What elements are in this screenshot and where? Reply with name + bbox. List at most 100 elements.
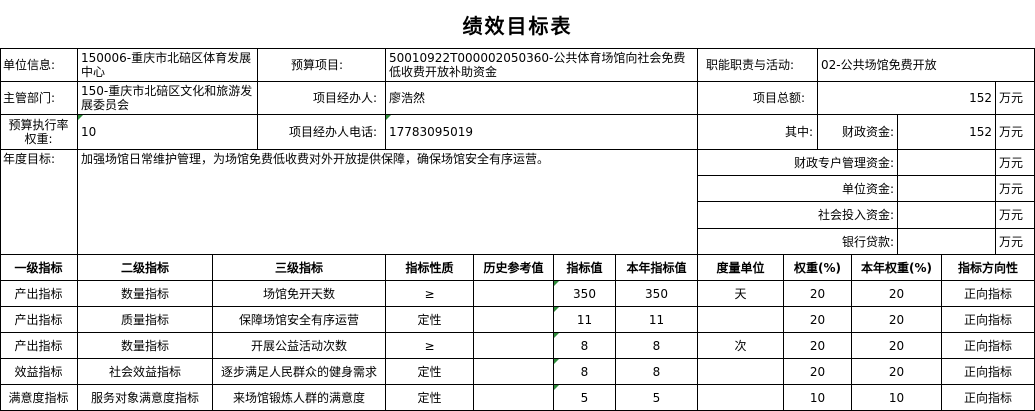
indicator-cell-year-target: 5: [616, 385, 698, 411]
budget-project-value: 50010922T000002050360-公共体育场馆向社会免费低收费开放补助…: [386, 48, 698, 82]
header-level3: 三级指标: [213, 255, 386, 281]
manager-value: 廖浩然: [386, 82, 698, 115]
unit-label: 单位信息:: [0, 48, 78, 82]
indicator-cell-level1: 产出指标: [0, 333, 78, 359]
header-direction: 指标方向性: [942, 255, 1035, 281]
bank-loan-value: [898, 229, 996, 255]
indicator-cell-year-target: 8: [616, 359, 698, 385]
indicator-cell-target: 350: [554, 281, 616, 307]
indicator-cell-year-weight: 20: [852, 307, 942, 333]
indicator-cell-level2: 社会效益指标: [78, 359, 213, 385]
indicator-cell-level1: 满意度指标: [0, 385, 78, 411]
annual-goal-value: 加强场馆日常维护管理，为场馆免费低收费对外开放提供保障，确保场馆安全有序运营。: [78, 150, 698, 255]
header-nature: 指标性质: [386, 255, 474, 281]
unit-value: 150006-重庆市北碚区体育发展中心: [78, 48, 258, 82]
indicator-cell-unit: [698, 359, 784, 385]
header-level1: 一级指标: [0, 255, 78, 281]
total-unit: 万元: [996, 82, 1035, 115]
indicator-cell-level3: 来场馆锻炼人群的满意度: [213, 385, 386, 411]
bank-loan-label: 银行贷款:: [698, 229, 898, 255]
header-history: 历史参考值: [474, 255, 554, 281]
fiscal-unit: 万元: [996, 115, 1035, 150]
header-target: 指标值: [554, 255, 616, 281]
indicator-cell-year-target: 8: [616, 333, 698, 359]
duty-value: 02-公共场馆免费开放: [818, 48, 1035, 82]
total-label: 项目总额:: [698, 82, 818, 115]
special-fund-label: 财政专户管理资金:: [698, 150, 898, 176]
fiscal-value: 152: [898, 115, 996, 150]
indicator-cell-weight: 20: [784, 359, 852, 385]
indicator-cell-level3: 场馆免开天数: [213, 281, 386, 307]
indicator-cell-history: [474, 385, 554, 411]
indicator-cell-direction: 正向指标: [942, 385, 1035, 411]
indicator-cell-target: 11: [554, 307, 616, 333]
total-value: 152: [818, 82, 996, 115]
indicator-cell-level2: 数量指标: [78, 333, 213, 359]
indicator-cell-year-target: 11: [616, 307, 698, 333]
indicator-cell-history: [474, 307, 554, 333]
social-fund-label: 社会投入资金:: [698, 202, 898, 229]
indicator-cell-level1: 效益指标: [0, 359, 78, 385]
bank-loan-unit: 万元: [996, 229, 1035, 255]
indicator-cell-level1: 产出指标: [0, 307, 78, 333]
unit-fund-value: [898, 176, 996, 202]
indicator-cell-nature: 定性: [386, 385, 474, 411]
indicator-cell-nature: 定性: [386, 307, 474, 333]
unit-fund-unit: 万元: [996, 176, 1035, 202]
indicator-cell-year-weight: 10: [852, 385, 942, 411]
social-fund-unit: 万元: [996, 202, 1035, 229]
among-label: 其中:: [698, 115, 818, 150]
indicator-cell-level3: 逐步满足人民群众的健身需求: [213, 359, 386, 385]
indicator-cell-level3: 保障场馆安全有序运营: [213, 307, 386, 333]
indicator-cell-history: [474, 333, 554, 359]
indicator-cell-direction: 正向指标: [942, 307, 1035, 333]
social-fund-value: [898, 202, 996, 229]
indicator-cell-nature: 定性: [386, 359, 474, 385]
header-level2: 二级指标: [78, 255, 213, 281]
indicator-cell-target: 5: [554, 385, 616, 411]
indicator-cell-unit: [698, 385, 784, 411]
exec-weight-value: 10: [78, 115, 258, 150]
special-fund-unit: 万元: [996, 150, 1035, 176]
indicator-cell-nature: ≥: [386, 333, 474, 359]
fiscal-label: 财政资金:: [818, 115, 898, 150]
indicator-cell-level2: 质量指标: [78, 307, 213, 333]
indicator-cell-year-weight: 20: [852, 281, 942, 307]
special-fund-value: [898, 150, 996, 176]
manager-label: 项目经办人:: [258, 82, 386, 115]
budget-project-label: 预算项目:: [258, 48, 386, 82]
indicator-cell-year-weight: 20: [852, 333, 942, 359]
header-unit: 度量单位: [698, 255, 784, 281]
indicator-cell-level2: 服务对象满意度指标: [78, 385, 213, 411]
indicator-cell-level3: 开展公益活动次数: [213, 333, 386, 359]
header-year-weight: 本年权重(%): [852, 255, 942, 281]
dept-value: 150-重庆市北碚区文化和旅游发展委员会: [78, 82, 258, 115]
indicator-cell-unit: 天: [698, 281, 784, 307]
exec-weight-label: 预算执行率权重:: [0, 115, 78, 150]
unit-fund-label: 单位资金:: [698, 176, 898, 202]
indicator-cell-unit: 次: [698, 333, 784, 359]
indicator-cell-target: 8: [554, 359, 616, 385]
indicator-cell-weight: 20: [784, 333, 852, 359]
indicator-cell-unit: [698, 307, 784, 333]
indicator-cell-direction: 正向指标: [942, 333, 1035, 359]
indicator-cell-nature: ≥: [386, 281, 474, 307]
indicator-cell-history: [474, 359, 554, 385]
indicator-cell-level2: 数量指标: [78, 281, 213, 307]
indicator-cell-target: 8: [554, 333, 616, 359]
phone-value: 17783095019: [386, 115, 698, 150]
indicator-cell-weight: 20: [784, 307, 852, 333]
header-year-target: 本年指标值: [616, 255, 698, 281]
indicator-cell-level1: 产出指标: [0, 281, 78, 307]
indicator-cell-history: [474, 281, 554, 307]
page-title: 绩效目标表: [462, 13, 573, 38]
indicator-cell-weight: 10: [784, 385, 852, 411]
annual-goal-label: 年度目标:: [0, 150, 78, 255]
indicator-cell-direction: 正向指标: [942, 359, 1035, 385]
header-weight: 权重(%): [784, 255, 852, 281]
duty-label: 职能职责与活动:: [698, 48, 818, 82]
indicator-cell-direction: 正向指标: [942, 281, 1035, 307]
indicator-cell-weight: 20: [784, 281, 852, 307]
indicator-cell-year-target: 350: [616, 281, 698, 307]
dept-label: 主管部门:: [0, 82, 78, 115]
